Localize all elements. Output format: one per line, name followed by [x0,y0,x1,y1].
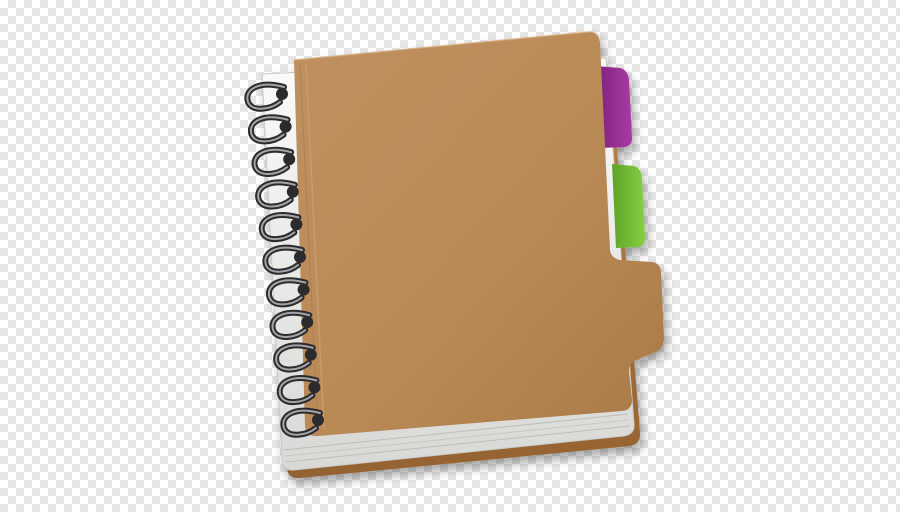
image-stage [0,0,900,512]
notebook-illustration [244,31,664,479]
tab-green [612,164,645,248]
